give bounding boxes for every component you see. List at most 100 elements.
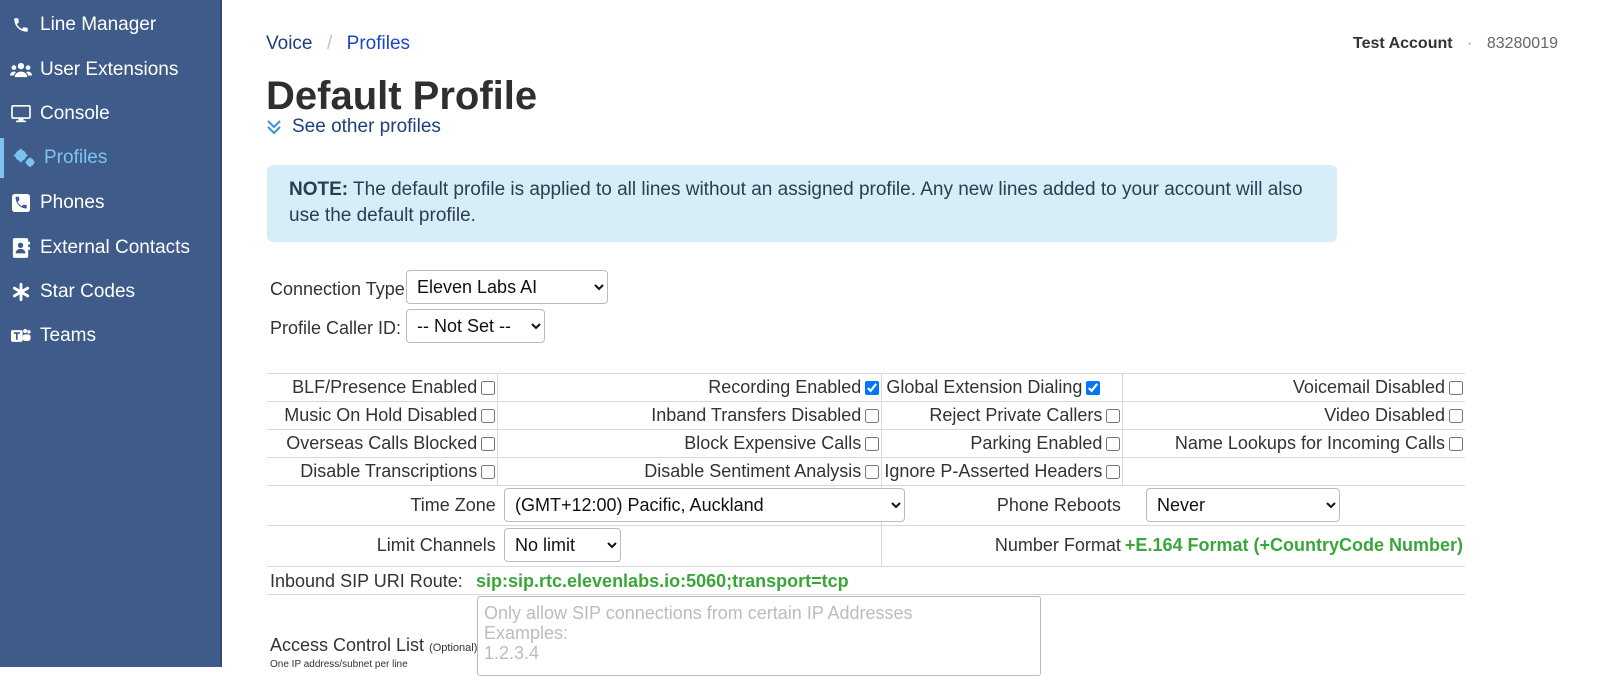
- recording-checkbox[interactable]: [865, 381, 880, 395]
- time-zone-cell: Time Zone: [267, 485, 498, 526]
- sidebar-item-label: Line Manager: [40, 14, 157, 35]
- video-label: Video Disabled: [1324, 405, 1445, 425]
- sidebar-item-phones[interactable]: Phones: [0, 183, 222, 223]
- phone-square-icon: [10, 192, 32, 214]
- expensive-checkbox[interactable]: [865, 437, 880, 451]
- option-cell: Block Expensive Calls: [497, 429, 882, 458]
- option-cell: Global Extension Dialing: [881, 373, 1123, 402]
- sidebar-item-teams[interactable]: Teams: [0, 316, 222, 356]
- monitor-icon: [10, 103, 32, 125]
- sidebar: Line Manager User Extensions Console Pro…: [0, 0, 222, 667]
- limit-channels-select[interactable]: No limit: [504, 528, 621, 562]
- table-row: Limit Channels Number Format +E.164 Form…: [267, 525, 1465, 566]
- option-cell: Video Disabled: [1122, 401, 1465, 430]
- option-cell: Disable Transcriptions: [267, 457, 498, 486]
- blf-checkbox[interactable]: [481, 381, 496, 395]
- profile-caller-id-label: Profile Caller ID:: [270, 318, 402, 338]
- acl-optional: (Optional): [429, 642, 478, 654]
- reject-private-label: Reject Private Callers: [929, 405, 1103, 425]
- profile-caller-id-select[interactable]: -- Not Set --: [406, 309, 545, 343]
- ignore-pai-label: Ignore P-Asserted Headers: [884, 461, 1103, 481]
- parking-checkbox[interactable]: [1106, 437, 1121, 451]
- voicemail-checkbox[interactable]: [1449, 381, 1463, 395]
- note-text: The default profile is applied to all li…: [289, 179, 1303, 226]
- divider: [267, 594, 1465, 595]
- option-cell: Name Lookups for Incoming Calls: [1122, 429, 1465, 458]
- sidebar-item-label: Teams: [40, 325, 96, 346]
- acl-textarea[interactable]: [477, 596, 1041, 676]
- sidebar-item-label: Profiles: [44, 147, 108, 168]
- option-cell: Inband Transfers Disabled: [497, 401, 882, 430]
- account-name[interactable]: Test Account: [1353, 35, 1453, 52]
- overseas-label: Overseas Calls Blocked: [286, 433, 478, 453]
- note-prefix: NOTE:: [289, 179, 349, 200]
- teams-icon: [10, 325, 32, 347]
- time-zone-label: Time Zone: [410, 495, 496, 515]
- connection-type-select[interactable]: Eleven Labs AI: [406, 270, 608, 304]
- breadcrumb-voice[interactable]: Voice: [266, 33, 312, 54]
- breadcrumb: Voice / Profiles: [266, 33, 410, 55]
- see-other-profiles-link[interactable]: See other profiles: [266, 116, 441, 138]
- phone-reboots-cell: Phone Reboots: [881, 485, 1123, 526]
- acl-hint: One IP address/subnet per line: [270, 659, 408, 670]
- global-extension-label: Global Extension Dialing: [886, 377, 1083, 397]
- cogs-icon: [14, 147, 36, 169]
- moh-label: Music On Hold Disabled: [284, 405, 478, 425]
- option-cell: Reject Private Callers: [881, 401, 1123, 430]
- account-separator: ·: [1467, 35, 1473, 52]
- reject-private-checkbox[interactable]: [1106, 409, 1121, 423]
- sidebar-item-star-codes[interactable]: Star Codes: [0, 272, 222, 312]
- time-zone-select[interactable]: (GMT+12:00) Pacific, Auckland: [504, 488, 905, 522]
- name-lookup-label: Name Lookups for Incoming Calls: [1174, 433, 1445, 453]
- table-row: BLF/Presence Enabled Recording Enabled G…: [267, 373, 1465, 402]
- inband-checkbox[interactable]: [865, 409, 880, 423]
- acl-label: Access Control List (Optional): [270, 635, 477, 656]
- ignore-pai-checkbox[interactable]: [1106, 465, 1121, 479]
- sidebar-item-label: Star Codes: [40, 281, 136, 302]
- table-row: Overseas Calls Blocked Block Expensive C…: [267, 429, 1465, 458]
- number-format-label: Number Format: [994, 535, 1121, 556]
- phone-reboots-select[interactable]: Never: [1146, 488, 1340, 522]
- phone-reboots-label: Phone Reboots: [996, 495, 1121, 515]
- option-cell: Ignore P-Asserted Headers: [881, 457, 1123, 486]
- sidebar-item-user-extensions[interactable]: User Extensions: [0, 50, 222, 90]
- note-banner: NOTE: The default profile is applied to …: [267, 165, 1337, 242]
- option-cell: Recording Enabled: [497, 373, 882, 402]
- page-title: Default Profile: [266, 74, 538, 118]
- option-cell: Disable Sentiment Analysis: [497, 457, 882, 486]
- global-extension-checkbox[interactable]: [1086, 381, 1101, 395]
- sidebar-item-label: Phones: [40, 192, 105, 213]
- address-book-icon: [10, 237, 32, 259]
- sidebar-item-external-contacts[interactable]: External Contacts: [0, 228, 222, 268]
- connection-type-label: Connection Type:: [270, 279, 410, 299]
- sidebar-item-profiles[interactable]: Profiles: [0, 138, 222, 178]
- number-format-value: +E.164 Format (+CountryCode Number): [1124, 535, 1463, 556]
- divider: [267, 566, 1465, 567]
- sentiment-label: Disable Sentiment Analysis: [644, 461, 862, 481]
- sidebar-item-label: User Extensions: [40, 59, 179, 80]
- sidebar-item-label: External Contacts: [40, 237, 190, 258]
- voicemail-label: Voicemail Disabled: [1292, 377, 1445, 397]
- account-info: Test Account · 83280019: [1353, 35, 1558, 53]
- sentiment-checkbox[interactable]: [865, 465, 880, 479]
- sidebar-item-line-manager[interactable]: Line Manager: [0, 5, 222, 45]
- expensive-label: Block Expensive Calls: [684, 433, 862, 453]
- limit-channels-cell: Limit Channels: [267, 525, 498, 566]
- acl-label-text: Access Control List: [270, 635, 425, 655]
- name-lookup-checkbox[interactable]: [1449, 437, 1463, 451]
- recording-label: Recording Enabled: [708, 377, 862, 397]
- option-cell: Music On Hold Disabled: [267, 401, 498, 430]
- moh-checkbox[interactable]: [481, 409, 496, 423]
- option-cell: Parking Enabled: [881, 429, 1123, 458]
- transcriptions-checkbox[interactable]: [481, 465, 496, 479]
- sidebar-item-console[interactable]: Console: [0, 94, 222, 134]
- sip-route-label: Inbound SIP URI Route:: [270, 571, 463, 591]
- video-checkbox[interactable]: [1449, 409, 1463, 423]
- sidebar-item-label: Console: [40, 103, 110, 124]
- breadcrumb-separator: /: [326, 33, 333, 54]
- overseas-checkbox[interactable]: [481, 437, 496, 451]
- sip-route-value: sip:sip.rtc.elevenlabs.io:5060;transport…: [476, 571, 849, 591]
- breadcrumb-profiles[interactable]: Profiles: [347, 33, 410, 54]
- phone-icon: [10, 14, 32, 36]
- account-id: 83280019: [1486, 35, 1558, 52]
